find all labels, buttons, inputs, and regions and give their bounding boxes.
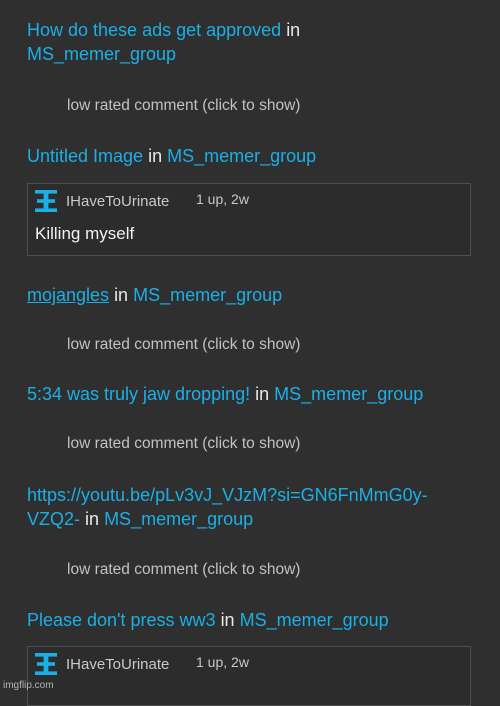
entry-5: https://youtu.be/pLv3vJ_VJzM?si=GN6FnMmG… [27, 483, 476, 531]
entry-4: 5:34 was truly jaw dropping! in MS_memer… [27, 382, 476, 406]
in-label: in [148, 146, 163, 166]
entry-3: mojangles in MS_memer_group [27, 283, 476, 307]
post-link[interactable]: 5:34 was truly jaw dropping! [27, 384, 250, 404]
comment-box: IHaveToUrinate 1 up, 2w Killing myself [27, 183, 471, 256]
in-label: in [114, 285, 129, 305]
group-link[interactable]: MS_memer_group [104, 509, 253, 529]
entry-6: Please don't press ww3 in MS_memer_group [27, 608, 476, 632]
group-link[interactable]: MS_memer_group [133, 285, 282, 305]
user-avatar-icon[interactable] [34, 189, 58, 213]
comment-header: IHaveToUrinate [34, 651, 169, 677]
comment-meta: 1 up, 2w [196, 191, 249, 207]
post-link[interactable]: mojangles [27, 285, 109, 305]
group-link[interactable]: MS_memer_group [240, 610, 389, 630]
imgflip-watermark: imgflip.com [3, 680, 54, 691]
comment-username[interactable]: IHaveToUrinate [66, 193, 169, 210]
group-link[interactable]: MS_memer_group [167, 146, 316, 166]
group-link[interactable]: MS_memer_group [274, 384, 423, 404]
post-link[interactable]: Untitled Image [27, 146, 143, 166]
entry-2: Untitled Image in MS_memer_group [27, 144, 476, 168]
post-link-continued[interactable]: VZQ2- [27, 509, 80, 529]
comment-text: Killing myself [35, 224, 135, 243]
comment-meta: 1 up, 2w [196, 654, 249, 670]
entry-1: How do these ads get approved in MS_meme… [27, 18, 476, 66]
post-link[interactable]: How do these ads get approved [27, 20, 281, 40]
low-rated-comment-toggle[interactable]: low rated comment (click to show) [67, 435, 300, 453]
low-rated-comment-toggle[interactable]: low rated comment (click to show) [67, 561, 300, 579]
post-link[interactable]: Please don't press ww3 [27, 610, 216, 630]
user-avatar-icon[interactable] [34, 652, 58, 676]
group-link[interactable]: MS_memer_group [27, 44, 176, 64]
in-label: in [255, 384, 270, 404]
comment-username[interactable]: IHaveToUrinate [66, 656, 169, 673]
comment-header: IHaveToUrinate [34, 188, 169, 214]
low-rated-comment-toggle[interactable]: low rated comment (click to show) [67, 336, 300, 354]
low-rated-comment-toggle[interactable]: low rated comment (click to show) [67, 97, 300, 115]
post-link[interactable]: https://youtu.be/pLv3vJ_VJzM?si=GN6FnMmG… [27, 485, 428, 505]
in-label: in [220, 610, 235, 630]
in-label: in [85, 509, 100, 529]
comment-box: IHaveToUrinate 1 up, 2w [27, 646, 471, 706]
in-label: in [286, 20, 301, 40]
